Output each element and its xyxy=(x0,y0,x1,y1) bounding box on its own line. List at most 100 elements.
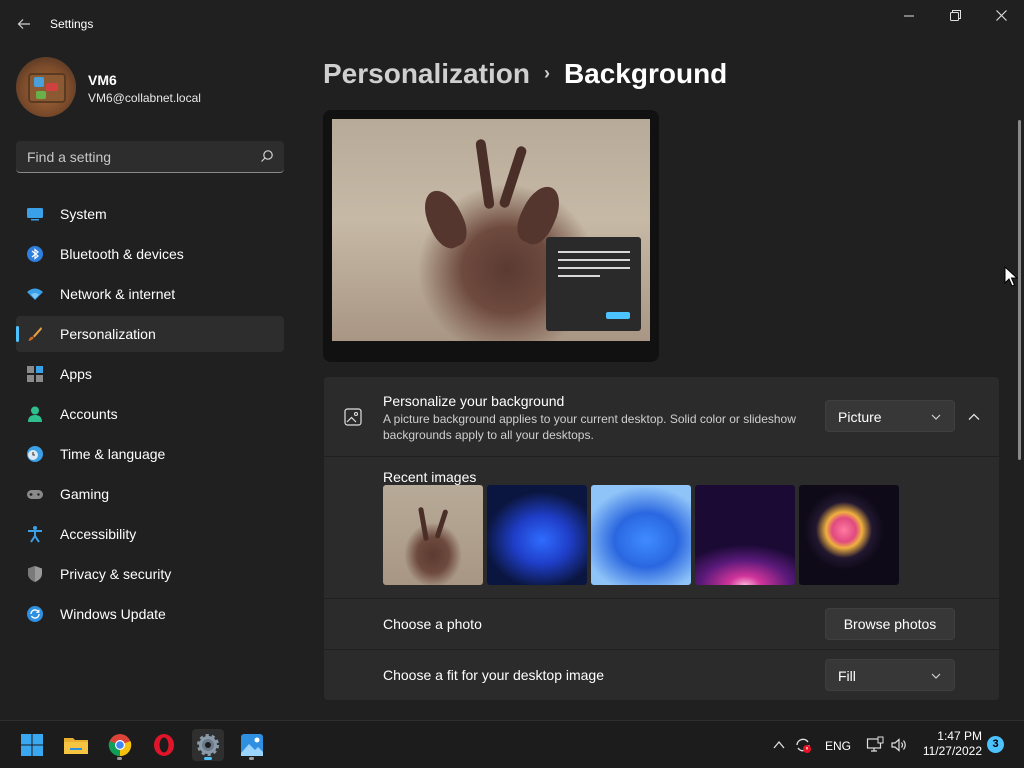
close-icon xyxy=(995,10,1007,21)
user-email: VM6@collabnet.local xyxy=(88,91,201,105)
breadcrumb-parent[interactable]: Personalization xyxy=(323,58,530,89)
deer-antler xyxy=(434,508,449,540)
background-preview-image xyxy=(332,119,650,341)
chevron-up-icon[interactable] xyxy=(772,738,786,752)
opera-button[interactable] xyxy=(148,729,180,761)
sync-error-icon[interactable] xyxy=(794,736,812,754)
sticker xyxy=(46,83,58,91)
apps-icon xyxy=(27,366,43,382)
start-button[interactable] xyxy=(16,729,48,761)
sidebar-item-label: Network & internet xyxy=(60,286,176,302)
desktop-preview xyxy=(323,110,659,362)
notification-badge[interactable]: 3 xyxy=(987,736,1004,753)
sidebar-item-gaming[interactable]: Gaming xyxy=(16,476,284,512)
bluetooth-icon xyxy=(27,246,43,262)
clock-globe-icon xyxy=(27,446,43,462)
sidebar-item-personalization[interactable]: Personalization xyxy=(16,316,284,352)
recent-image-flower[interactable] xyxy=(799,485,899,585)
sidebar-nav: System Bluetooth & devices Network & int… xyxy=(16,196,284,636)
sidebar-item-label: Bluetooth & devices xyxy=(60,246,184,262)
browse-photos-button[interactable]: Browse photos xyxy=(825,608,955,640)
taskbar: ENG 1:47 PM 11/27/2022 3 xyxy=(0,720,1024,768)
sidebar-item-bluetooth[interactable]: Bluetooth & devices xyxy=(16,236,284,272)
clock-date: 11/27/2022 xyxy=(922,744,982,758)
running-indicator xyxy=(117,757,122,760)
file-explorer-button[interactable] xyxy=(60,729,92,761)
language-indicator[interactable]: ENG xyxy=(825,739,851,753)
search-placeholder: Find a setting xyxy=(27,149,112,165)
active-indicator xyxy=(204,757,212,760)
sidebar-item-label: Gaming xyxy=(60,486,110,502)
sidebar-item-windows-update[interactable]: Windows Update xyxy=(16,596,284,632)
personalize-description: A picture background applies to your cur… xyxy=(383,412,796,442)
settings-taskbar-button[interactable] xyxy=(192,729,224,761)
sticker xyxy=(36,91,46,99)
search-icon xyxy=(261,150,273,162)
recent-image-bloom-light[interactable] xyxy=(591,485,691,585)
close-button[interactable] xyxy=(978,4,1024,30)
breadcrumb-separator: › xyxy=(543,63,550,83)
preview-line xyxy=(558,259,630,261)
personalize-background-card: Personalize your background A picture ba… xyxy=(324,377,999,456)
chevron-up-icon[interactable] xyxy=(964,407,984,427)
avatar[interactable] xyxy=(16,57,76,117)
minimize-icon xyxy=(904,15,914,17)
preview-window xyxy=(546,237,641,331)
fit-value: Fill xyxy=(838,668,856,684)
personalize-title: Personalize your background xyxy=(383,393,565,409)
brush-icon xyxy=(28,327,42,341)
network-icon[interactable] xyxy=(866,736,884,754)
sidebar-item-label: Personalization xyxy=(60,326,156,342)
wifi-icon xyxy=(27,288,43,300)
back-button[interactable] xyxy=(12,12,36,36)
deer-antler xyxy=(418,506,429,542)
app-title: Settings xyxy=(50,17,94,31)
restore-icon xyxy=(949,10,961,21)
start-icon xyxy=(21,734,43,756)
sidebar-item-label: Accessibility xyxy=(60,526,137,542)
search-input[interactable]: Find a setting xyxy=(16,141,284,173)
deer-antler xyxy=(498,145,528,209)
update-icon xyxy=(27,606,43,622)
photos-button[interactable] xyxy=(236,729,268,761)
image-icon xyxy=(344,408,362,426)
sidebar-item-privacy[interactable]: Privacy & security xyxy=(16,556,284,592)
chevron-down-icon xyxy=(931,414,941,420)
sidebar-item-label: Privacy & security xyxy=(60,566,172,582)
sidebar-item-system[interactable]: System xyxy=(16,196,284,232)
sidebar-item-network[interactable]: Network & internet xyxy=(16,276,284,312)
minimize-button[interactable] xyxy=(886,4,932,30)
choose-photo-row: Choose a photo Browse photos xyxy=(324,599,999,649)
fit-dropdown[interactable]: Fill xyxy=(825,659,955,691)
title-bar: Settings xyxy=(0,0,1024,48)
background-type-value: Picture xyxy=(838,409,882,425)
breadcrumb: Personalization › Background xyxy=(323,58,727,90)
clock[interactable]: 1:47 PM 11/27/2022 xyxy=(912,729,982,759)
clock-time: 1:47 PM xyxy=(937,729,982,743)
sticker xyxy=(34,77,44,87)
file-explorer-icon xyxy=(64,738,88,754)
accessibility-icon xyxy=(28,526,42,543)
sidebar-item-apps[interactable]: Apps xyxy=(16,356,284,392)
preview-line xyxy=(558,267,630,269)
sidebar-item-label: System xyxy=(60,206,107,222)
sidebar-item-time-language[interactable]: Time & language xyxy=(16,436,284,472)
sidebar-item-accessibility[interactable]: Accessibility xyxy=(16,516,284,552)
deer-antler xyxy=(475,138,495,210)
preview-line xyxy=(558,275,600,277)
shield-icon xyxy=(28,566,42,582)
scrollbar[interactable] xyxy=(1018,120,1021,460)
recent-image-deer[interactable] xyxy=(383,485,483,585)
opera-icon xyxy=(154,734,174,756)
chevron-down-icon xyxy=(931,673,941,679)
recent-image-purple-glow[interactable] xyxy=(695,485,795,585)
deer-ear xyxy=(416,184,474,254)
maximize-button[interactable] xyxy=(932,4,978,30)
sidebar-item-accounts[interactable]: Accounts xyxy=(16,396,284,432)
background-type-dropdown[interactable]: Picture xyxy=(825,400,955,432)
recent-image-bloom-dark[interactable] xyxy=(487,485,587,585)
volume-icon[interactable] xyxy=(890,736,908,754)
chrome-button[interactable] xyxy=(104,729,136,761)
page-title: Background xyxy=(563,58,728,89)
sidebar-item-label: Apps xyxy=(60,366,92,382)
